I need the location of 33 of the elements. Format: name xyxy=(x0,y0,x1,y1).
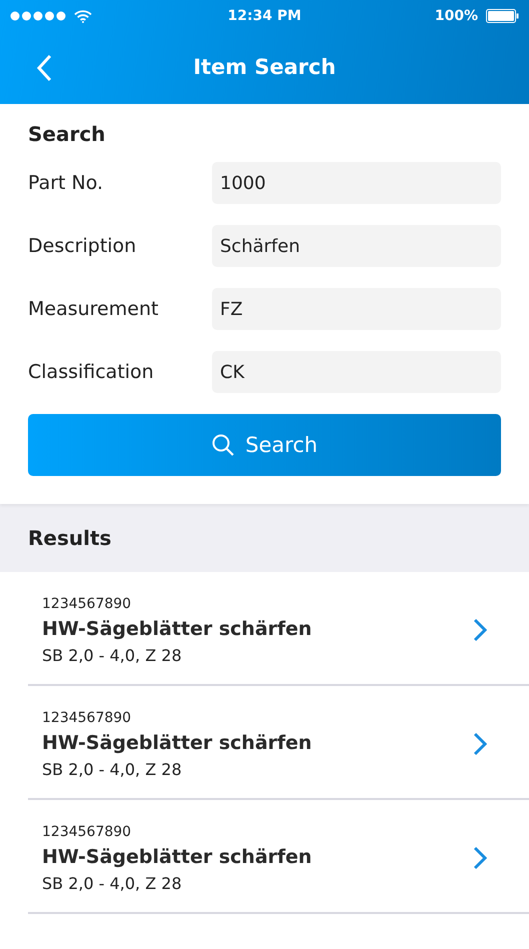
result-item[interactable]: 1234567890 HW-Sägeblätter schärfen SB 2,0 - 4,0, Z 28 xyxy=(28,800,529,914)
field-label: Part No. xyxy=(28,172,104,194)
battery-percent: 100% xyxy=(434,8,478,24)
field-label: Measurement xyxy=(28,298,158,320)
input-field[interactable]: 1000 xyxy=(212,162,501,204)
chevron-icon xyxy=(473,618,487,642)
field-label: Classification xyxy=(28,361,154,383)
input-field[interactable]: CK xyxy=(212,351,501,393)
search-button[interactable]: Search xyxy=(28,414,501,476)
signal-icon xyxy=(10,11,66,21)
item-number: 1234567890 xyxy=(42,596,132,612)
item-detail: SB 2,0 - 4,0, Z 28 xyxy=(42,760,183,778)
item-title: HW-Sägeblätter schärfen xyxy=(42,846,312,868)
item-number: 1234567890 xyxy=(42,824,132,840)
field-label: Description xyxy=(28,235,136,257)
section-heading: Results xyxy=(28,526,112,550)
page-title: Item Search xyxy=(193,55,336,79)
chevron-icon xyxy=(473,732,487,756)
result-item[interactable]: 1234567890 HW-Sägeblätter schärfen SB 2,0 - 4,0, Z 28 xyxy=(28,686,529,800)
section-heading: Search xyxy=(28,122,106,146)
status-time: 12:34 PM xyxy=(228,8,302,24)
input-field[interactable]: FZ xyxy=(212,288,501,330)
item-detail: SB 2,0 - 4,0, Z 28 xyxy=(42,874,183,892)
input-field[interactable]: Schärfen xyxy=(212,225,501,267)
item-title: HW-Sägeblätter schärfen xyxy=(42,732,312,754)
wifi-icon xyxy=(74,10,92,22)
chevron-icon xyxy=(473,846,487,870)
search-icon xyxy=(211,433,236,457)
item-number: 1234567890 xyxy=(42,710,132,726)
battery-icon xyxy=(486,9,519,23)
item-detail: SB 2,0 - 4,0, Z 28 xyxy=(42,646,183,664)
item-title: HW-Sägeblätter schärfen xyxy=(42,618,312,640)
result-item[interactable]: 1234567890 HW-Sägeblätter schärfen SB 2,0 - 4,0, Z 28 xyxy=(28,572,529,686)
